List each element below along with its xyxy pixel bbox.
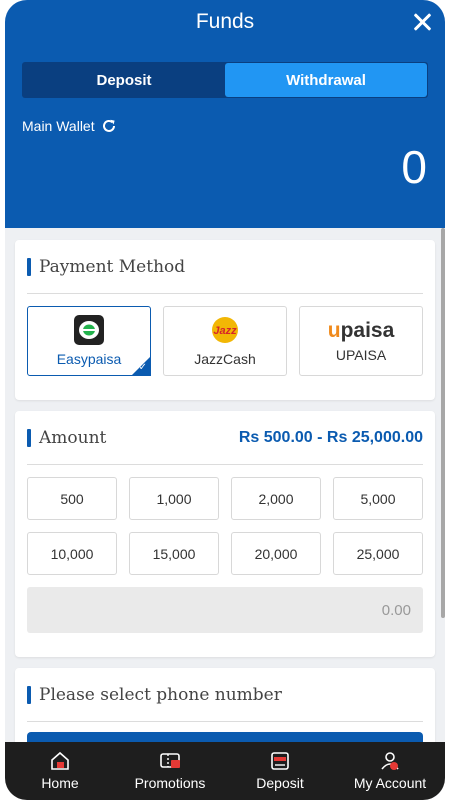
scrollbar[interactable]: [441, 228, 445, 618]
amount-option-15000[interactable]: 15,000: [129, 532, 219, 575]
bottom-nav: Home Promotions Deposit My Account: [5, 742, 445, 800]
account-icon: [381, 752, 399, 770]
main-wallet-label: Main Wallet: [22, 118, 117, 134]
phone-number-header: Please select phone number: [27, 668, 423, 722]
amount-range: Rs 500.00 - Rs 25,000.00: [238, 428, 423, 446]
deposit-icon: [271, 752, 289, 770]
amount-input[interactable]: 0.00: [27, 587, 423, 633]
tab-deposit[interactable]: Deposit: [23, 63, 225, 97]
funds-tabs: Deposit Withdrawal: [22, 62, 428, 98]
amount-option-1000[interactable]: 1,000: [129, 477, 219, 520]
jazz-logo-text: Jazz: [213, 325, 237, 337]
phone-number-title: Please select phone number: [27, 685, 282, 705]
amount-option-20000[interactable]: 20,000: [231, 532, 321, 575]
method-upaisa[interactable]: upaisa UPAISA: [299, 306, 423, 376]
method-jazzcash[interactable]: Jazz JazzCash: [163, 306, 287, 376]
page-title: Funds: [195, 10, 255, 33]
method-easypaisa[interactable]: Easypaisa ✓: [27, 306, 151, 376]
payment-method-card: Payment Method Easypaisa ✓ Jazz JazzCash…: [15, 240, 435, 400]
nav-promotions[interactable]: Promotions: [115, 742, 225, 800]
amount-card: Amount Rs 500.00 - Rs 25,000.00 500 1,00…: [15, 411, 435, 657]
wallet-label-text: Main Wallet: [22, 118, 95, 134]
amount-option-25000[interactable]: 25,000: [333, 532, 423, 575]
refresh-icon[interactable]: [101, 118, 117, 134]
amount-title: Amount: [27, 428, 106, 448]
upaisa-logo-u: u: [327, 318, 341, 342]
easypaisa-logo-icon: [74, 315, 104, 345]
method-name: UPAISA: [335, 346, 387, 363]
nav-label: My Account: [353, 775, 427, 791]
nav-home[interactable]: Home: [5, 742, 115, 800]
amount-option-10000[interactable]: 10,000: [27, 532, 117, 575]
wallet-balance: 0: [401, 141, 427, 193]
method-name: JazzCash: [194, 351, 256, 367]
nav-label: Deposit: [256, 775, 304, 791]
payment-method-list: Easypaisa ✓ Jazz JazzCash upaisa UPAISA: [15, 294, 435, 376]
funds-screen: Funds Deposit Withdrawal Main Wallet 0 P…: [5, 0, 445, 800]
close-icon[interactable]: [413, 13, 431, 31]
jazz-logo-icon: Jazz: [212, 317, 238, 343]
payment-method-title: Payment Method: [27, 257, 185, 277]
upaisa-logo-icon: upaisa: [328, 320, 395, 341]
amount-header: Amount Rs 500.00 - Rs 25,000.00: [27, 411, 423, 465]
amount-option-5000[interactable]: 5,000: [333, 477, 423, 520]
nav-label: Promotions: [134, 775, 206, 791]
payment-method-header: Payment Method: [27, 240, 423, 294]
amount-option-500[interactable]: 500: [27, 477, 117, 520]
upaisa-logo-rest: paisa: [340, 318, 395, 342]
nav-my-account[interactable]: My Account: [335, 742, 445, 800]
tab-withdrawal[interactable]: Withdrawal: [225, 63, 427, 97]
amount-options: 500 1,000 2,000 5,000 10,000 15,000 20,0…: [15, 465, 435, 575]
promotions-icon: [160, 753, 180, 768]
method-name: Easypaisa: [56, 351, 122, 367]
home-icon: [51, 751, 69, 770]
nav-deposit[interactable]: Deposit: [225, 742, 335, 800]
checkmark-icon: ✓: [138, 362, 147, 373]
funds-header: Funds Deposit Withdrawal Main Wallet 0: [5, 0, 445, 228]
nav-label: Home: [41, 775, 79, 791]
amount-option-2000[interactable]: 2,000: [231, 477, 321, 520]
